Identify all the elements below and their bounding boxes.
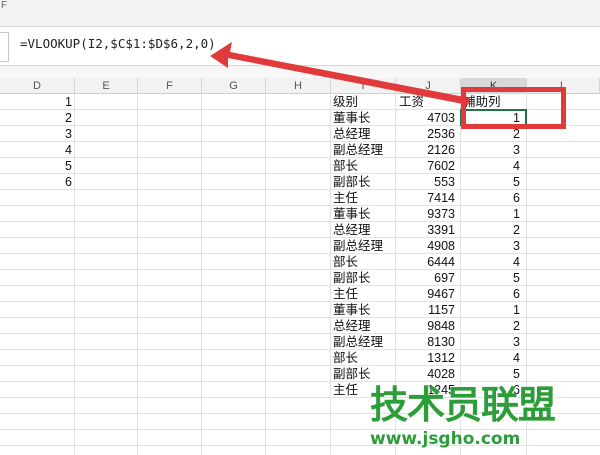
watermark: 技术员联盟 www.jsgho.com [370,383,600,455]
watermark-url: www.jsgho.com [370,429,521,449]
watermark-title: 技术员联盟 [370,383,556,427]
red-arrow [210,42,470,105]
